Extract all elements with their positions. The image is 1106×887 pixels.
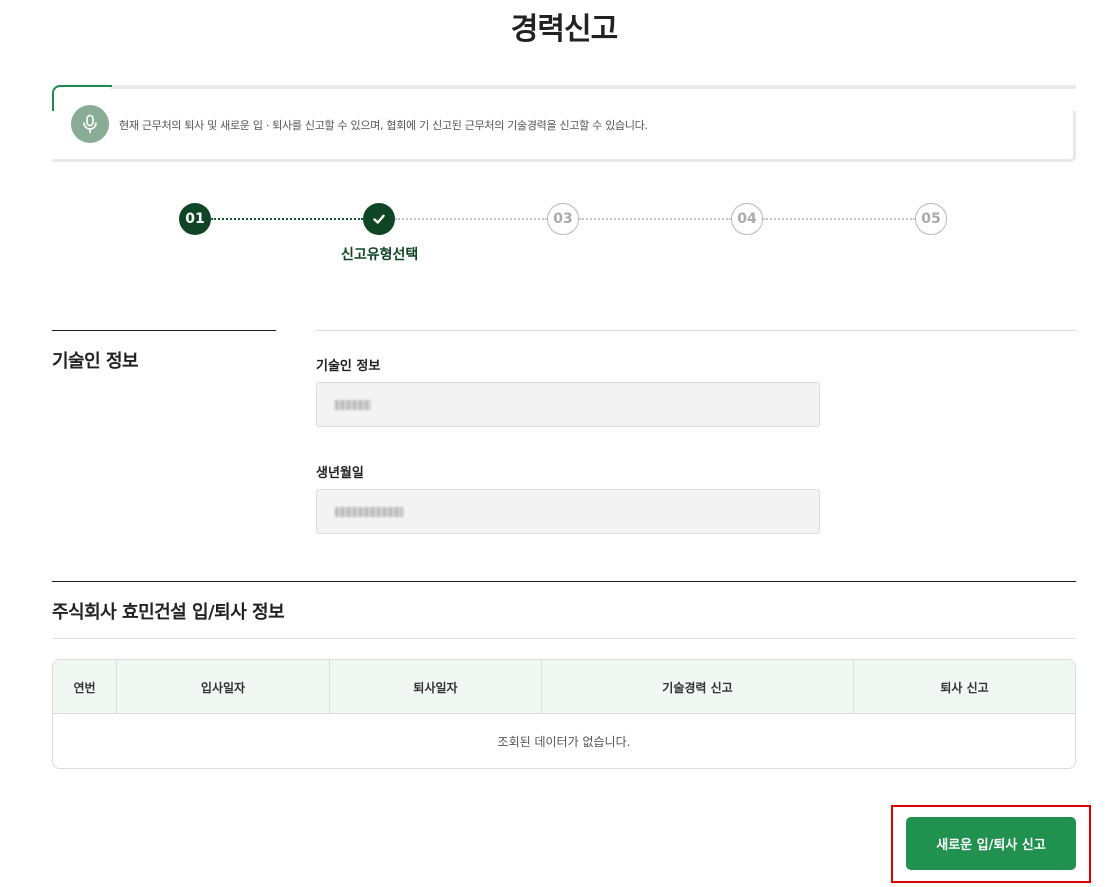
step-connector-1-2: [211, 218, 363, 220]
step-connector-3-4: [579, 218, 731, 220]
section-divider-left: [52, 330, 276, 331]
step-connector-2-3: [395, 218, 547, 220]
table-empty-message: 조회된 데이터가 없습니다.: [497, 734, 631, 749]
progress-stepper: 01 03 04 05 신고유형선택: [0, 203, 1106, 273]
new-join-leave-report-button[interactable]: 새로운 입/퇴사 신고: [906, 817, 1076, 870]
check-icon: [373, 214, 385, 224]
step-connector-4-5: [763, 218, 915, 220]
engineer-name-label: 기술인 정보: [316, 359, 381, 374]
employment-section-title: 주식회사 효민건설 입/퇴사 정보: [52, 602, 285, 623]
step-01: 01: [179, 203, 211, 235]
birth-date-field: [316, 489, 820, 534]
step-04: 04: [731, 203, 763, 235]
step-02-current: [363, 203, 395, 235]
engineer-name-field: [316, 382, 820, 427]
col-header-tech-career-report: 기술경력 신고: [542, 660, 854, 714]
employment-title-underline: [52, 638, 1076, 639]
step-03: 03: [547, 203, 579, 235]
microphone-icon: [71, 105, 109, 143]
masked-birth-value: [335, 506, 403, 517]
step-current-label: 신고유형선택: [341, 247, 419, 263]
notice-panel: 현재 근무처의 퇴사 및 새로운 입 · 퇴사를 신고할 수 있으며, 협회에 …: [52, 85, 1076, 162]
step-05: 05: [915, 203, 947, 235]
section-divider-right: [316, 330, 1076, 331]
employment-table: 연번 입사일자 퇴사일자 기술경력 신고 퇴사 신고 조회된 데이터가 없습니다…: [52, 659, 1076, 769]
masked-name-value: [335, 399, 371, 410]
employment-section-divider: [52, 581, 1076, 582]
notice-text: 현재 근무처의 퇴사 및 새로운 입 · 퇴사를 신고할 수 있으며, 협회에 …: [119, 119, 648, 132]
engineer-section-title: 기술인 정보: [52, 351, 139, 372]
col-header-leave-report: 퇴사 신고: [940, 680, 989, 695]
col-header-seq: 연번: [53, 660, 117, 714]
col-header-leave-date: 퇴사일자: [330, 660, 542, 714]
col-header-join-date: 입사일자: [117, 660, 330, 714]
birth-date-label: 생년월일: [316, 466, 364, 481]
notice-top-border: [110, 85, 1076, 89]
page-title: 경력신고: [510, 12, 618, 47]
table-header: 연번 입사일자 퇴사일자 기술경력 신고 퇴사 신고: [53, 660, 1075, 714]
